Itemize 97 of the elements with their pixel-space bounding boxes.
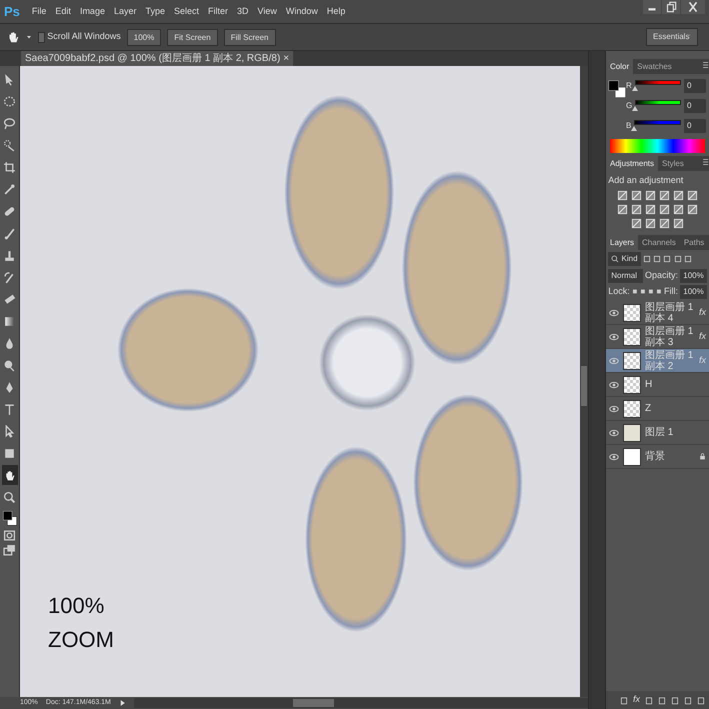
workspace-dropdown[interactable]: Essentials <box>646 28 698 46</box>
brush-icon <box>3 226 16 240</box>
close-tab-button[interactable]: × <box>283 52 290 65</box>
eyedropper-icon <box>3 182 16 196</box>
color-spectrum[interactable] <box>610 139 705 154</box>
panel-tab[interactable]: Adjustments <box>606 156 658 172</box>
stamp-icon <box>3 248 16 262</box>
zoom-caption: 100% ZOOM <box>48 592 115 654</box>
channel-value-field[interactable]: 0 <box>684 79 706 94</box>
fill-label: Fill: <box>664 285 678 298</box>
horizontal-scrollbar[interactable] <box>134 698 588 708</box>
layer-row[interactable]: H <box>606 373 709 397</box>
brush-circle-icon <box>3 138 16 152</box>
filter-dropdown[interactable]: Kind <box>608 252 641 266</box>
menu-item[interactable]: Layer <box>114 4 136 18</box>
checkbox[interactable] <box>38 32 45 42</box>
channel-label: R <box>626 80 632 92</box>
eye-icon[interactable] <box>609 332 619 342</box>
panel-heading: Add an adjustment <box>607 174 684 187</box>
panel-tab[interactable]: Color <box>606 59 634 74</box>
layer-name: 背景 <box>645 451 666 462</box>
layer-name: 图层画册 1 副本 2 <box>645 350 694 372</box>
menu-item[interactable]: View <box>258 4 277 18</box>
layer-row[interactable]: 背景 <box>606 445 709 469</box>
curved-brush-icon <box>3 270 16 284</box>
menu-item[interactable]: 3D <box>237 4 249 18</box>
channel-slider[interactable] <box>634 80 681 92</box>
channel-label: B <box>626 120 632 132</box>
opacity-label: Opacity: <box>645 268 678 282</box>
channel-value-field[interactable]: 0 <box>684 99 706 114</box>
toolbar-button[interactable]: 100% <box>126 28 162 46</box>
zoom-icon <box>3 490 16 504</box>
layer-name: Z <box>645 403 652 414</box>
menu-item[interactable]: Filter <box>208 4 228 18</box>
layer-name: H <box>645 379 654 390</box>
dashed-ellipse-icon <box>3 94 16 108</box>
channel-value-field[interactable]: 0 <box>684 119 706 134</box>
rectangle-icon <box>3 446 16 460</box>
crop-icon <box>3 160 16 174</box>
menu-item[interactable]: Type <box>145 4 165 18</box>
close-icon[interactable] <box>681 0 705 14</box>
lock-label: Lock: <box>608 285 630 298</box>
menu-item[interactable]: Window <box>286 4 318 18</box>
layer-name: 图层画册 1 副本 4 <box>645 302 694 324</box>
channel-label: G <box>626 100 632 112</box>
menu-item[interactable]: Image <box>80 4 105 18</box>
channel-slider[interactable] <box>635 100 681 112</box>
eye-icon[interactable] <box>609 356 619 366</box>
layer-name: 图层画册 1 副本 3 <box>645 326 694 348</box>
type-icon <box>3 402 16 416</box>
checkbox-label: Scroll All Windows <box>47 30 121 44</box>
quick-mask-icon[interactable] <box>3 529 16 542</box>
blend-mode-dropdown[interactable]: Normal <box>608 268 643 282</box>
minimize-icon[interactable] <box>643 0 661 14</box>
layer-name: 图层 1 <box>645 427 674 438</box>
play-icon[interactable] <box>118 699 126 707</box>
slider-thumb[interactable] <box>631 126 638 132</box>
document-tab[interactable]: Saea7009babf2.psd @ 100% (图层画册 1 副本 2, RGB/8) × <box>21 51 294 66</box>
toolbar-button[interactable]: Fill Screen <box>224 28 276 46</box>
panel-tab[interactable]: Styles <box>658 156 688 172</box>
foreground-background-icon[interactable] <box>608 80 626 98</box>
effects-button[interactable]: fx <box>632 693 640 707</box>
panel-tab[interactable]: Channels <box>638 235 680 250</box>
panel-tab[interactable]: Paths <box>680 235 708 250</box>
panel-tab[interactable]: Swatches <box>633 59 676 74</box>
eye-icon[interactable] <box>609 428 619 438</box>
slider-thumb[interactable] <box>632 106 638 112</box>
app-logo: Ps <box>4 2 20 21</box>
menu-item[interactable]: File <box>32 4 46 18</box>
document-title: Saea7009babf2.psd @ 100% (图层画册 1 副本 2, RGB/8) <box>25 52 280 65</box>
lasso-icon <box>3 116 16 130</box>
restore-icon[interactable] <box>662 0 680 14</box>
tool-button[interactable] <box>2 465 18 485</box>
menu-item[interactable]: Help <box>326 4 346 18</box>
effects-indicator[interactable]: fx <box>698 306 706 320</box>
screen-mode-icon[interactable] <box>3 544 16 557</box>
panel-tab[interactable]: Layers <box>606 235 638 250</box>
caret-icon[interactable] <box>26 34 32 40</box>
menu-item[interactable]: Select <box>174 4 199 18</box>
search-icon <box>611 255 620 264</box>
eye-icon[interactable] <box>609 308 619 318</box>
eye-icon[interactable] <box>609 380 619 390</box>
filter-kind: Kind <box>622 253 638 266</box>
menu-item[interactable]: Edit <box>55 4 71 18</box>
fill-field[interactable]: 100% <box>680 284 707 299</box>
opacity-field[interactable]: 100% <box>680 268 707 282</box>
eye-icon[interactable] <box>609 404 619 414</box>
channel-slider[interactable] <box>634 120 681 132</box>
effects-indicator[interactable]: fx <box>698 330 706 344</box>
layer-row[interactable]: Z <box>606 397 709 421</box>
slider-thumb[interactable] <box>632 86 638 92</box>
pointer-icon <box>3 424 16 438</box>
toolbar-button[interactable]: Fit Screen <box>167 28 218 46</box>
color-swatches-icon[interactable] <box>2 509 18 527</box>
magnifier-icon <box>3 358 16 372</box>
layer-row[interactable]: 图层 1 <box>606 421 709 445</box>
eye-icon[interactable] <box>609 452 619 462</box>
